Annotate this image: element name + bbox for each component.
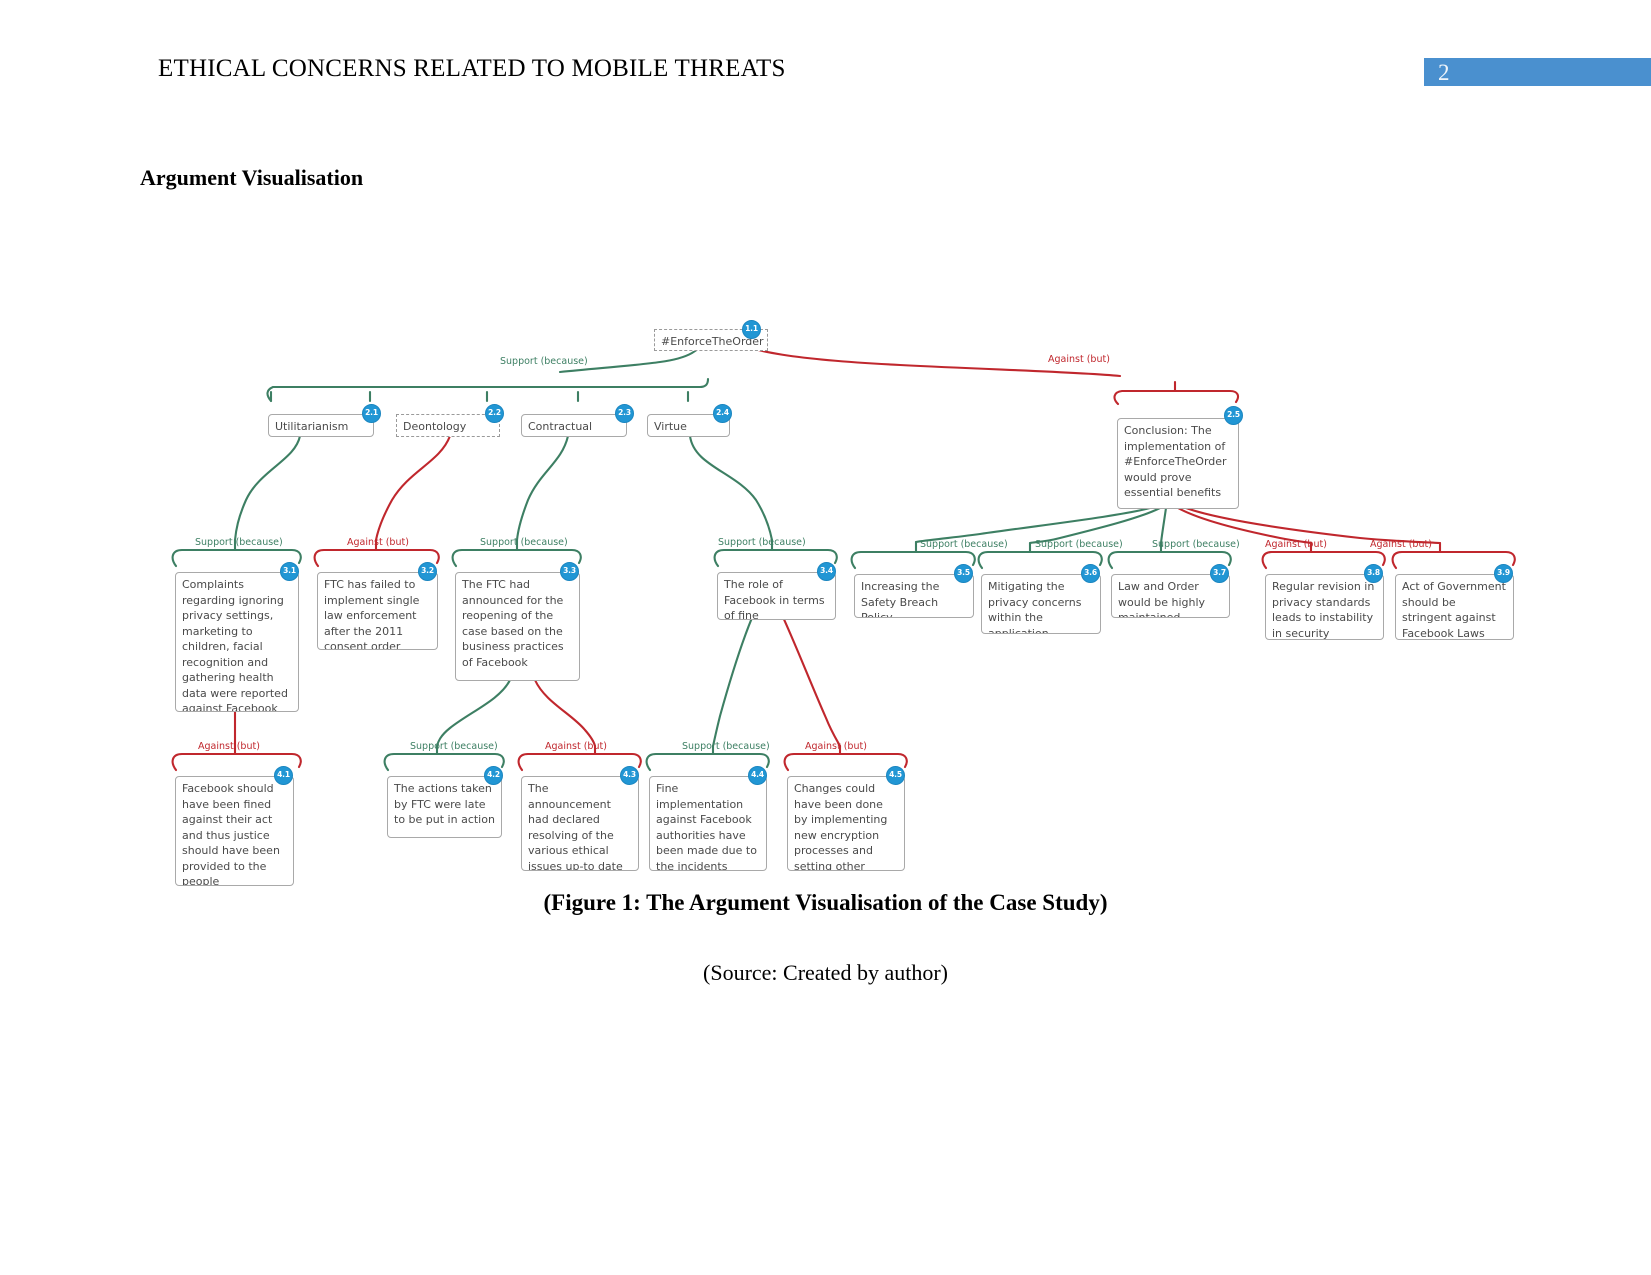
node-4-1-text: Facebook should have been fined against … xyxy=(182,782,280,886)
edge-label-against-1: Against (but) xyxy=(1048,354,1110,365)
figure-source: (Source: Created by author) xyxy=(703,960,948,985)
edge-label-against-3: Against (but) xyxy=(1265,539,1327,550)
argument-visualisation-diagram: Support (because) Against (but) Support … xyxy=(0,0,1651,1275)
edge-label-support-2: Support (because) xyxy=(195,537,283,548)
node-badge-3-8[interactable]: 3.8 xyxy=(1364,564,1383,583)
node-badge-3-6[interactable]: 3.6 xyxy=(1081,564,1100,583)
node-2-1-text: Utilitarianism Theory xyxy=(275,420,349,436)
node-3-5[interactable]: Increasing the Safety Breach Policy xyxy=(854,574,974,618)
node-badge-3-9[interactable]: 3.9 xyxy=(1494,564,1513,583)
node-badge-1-1[interactable]: 1.1 xyxy=(742,320,761,339)
node-4-3-text: The announcement had declared resolving … xyxy=(528,782,623,871)
node-2-2-text: Deontology Theory xyxy=(403,420,467,436)
node-3-3[interactable]: The FTC had announced for the reopening … xyxy=(455,572,580,681)
node-badge-3-1[interactable]: 3.1 xyxy=(280,562,299,581)
node-2-2[interactable]: Deontology Theory xyxy=(396,414,500,437)
edge-label-against-6: Against (but) xyxy=(545,741,607,752)
node-4-4[interactable]: Fine implementation against Facebook aut… xyxy=(649,776,767,871)
node-3-4[interactable]: The role of Facebook in terms of fine im… xyxy=(717,572,836,620)
node-2-1[interactable]: Utilitarianism Theory xyxy=(268,414,374,437)
node-3-7-text: Law and Order would be highly maintained xyxy=(1118,580,1206,618)
node-3-6[interactable]: Mitigating the privacy concerns within t… xyxy=(981,574,1101,634)
edge-label-against-5: Against (but) xyxy=(198,741,260,752)
edge-label-support-1: Support (because) xyxy=(500,356,588,367)
node-3-5-text: Increasing the Safety Breach Policy xyxy=(861,580,940,618)
node-badge-2-2[interactable]: 2.2 xyxy=(485,404,504,423)
document-page: ETHICAL CONCERNS RELATED TO MOBILE THREA… xyxy=(0,0,1651,1275)
node-3-1[interactable]: Complaints regarding ignoring privacy se… xyxy=(175,572,299,712)
node-badge-2-4[interactable]: 2.4 xyxy=(713,404,732,423)
node-badge-3-5[interactable]: 3.5 xyxy=(954,564,973,583)
node-badge-4-5[interactable]: 4.5 xyxy=(886,766,905,785)
node-4-2[interactable]: The actions taken by FTC were late to be… xyxy=(387,776,502,838)
node-2-5-text: Conclusion: The implementation of #Enfor… xyxy=(1124,424,1227,499)
edge-label-against-7: Against (but) xyxy=(805,741,867,752)
figure-caption: (Figure 1: The Argument Visualisation of… xyxy=(543,890,1108,915)
node-3-2[interactable]: FTC has failed to implement single law e… xyxy=(317,572,438,650)
edge-label-support-6: Support (because) xyxy=(1035,539,1123,550)
node-3-7[interactable]: Law and Order would be highly maintained xyxy=(1111,574,1230,618)
node-badge-2-3[interactable]: 2.3 xyxy=(615,404,634,423)
edge-label-support-9: Support (because) xyxy=(682,741,770,752)
node-badge-4-3[interactable]: 4.3 xyxy=(620,766,639,785)
node-2-3[interactable]: Contractual Theory xyxy=(521,414,627,437)
edge-label-support-3: Support (because) xyxy=(480,537,568,548)
node-2-3-text: Contractual Theory xyxy=(528,420,593,436)
edge-label-support-5: Support (because) xyxy=(920,539,1008,550)
node-3-9[interactable]: Act of Government should be stringent ag… xyxy=(1395,574,1514,640)
node-4-1[interactable]: Facebook should have been fined against … xyxy=(175,776,294,886)
node-3-9-text: Act of Government should be stringent ag… xyxy=(1402,580,1506,640)
edge-label-support-8: Support (because) xyxy=(410,741,498,752)
node-3-3-text: The FTC had announced for the reopening … xyxy=(462,578,564,669)
node-2-4-text: Virtue Theory xyxy=(654,420,692,436)
node-3-4-text: The role of Facebook in terms of fine im… xyxy=(724,578,825,620)
node-4-2-text: The actions taken by FTC were late to be… xyxy=(394,782,495,826)
node-badge-2-1[interactable]: 2.1 xyxy=(362,404,381,423)
node-4-5-text: Changes could have been done by implemen… xyxy=(794,782,888,871)
node-badge-3-4[interactable]: 3.4 xyxy=(817,562,836,581)
node-badge-3-3[interactable]: 3.3 xyxy=(560,562,579,581)
edge-label-against-4: Against (but) xyxy=(1370,539,1432,550)
edge-label-against-2: Against (but) xyxy=(347,537,409,548)
node-4-4-text: Fine implementation against Facebook aut… xyxy=(656,782,757,871)
node-badge-4-1[interactable]: 4.1 xyxy=(274,766,293,785)
node-2-5[interactable]: Conclusion: The implementation of #Enfor… xyxy=(1117,418,1239,509)
node-badge-3-7[interactable]: 3.7 xyxy=(1210,564,1229,583)
node-badge-2-5[interactable]: 2.5 xyxy=(1224,406,1243,425)
node-4-5[interactable]: Changes could have been done by implemen… xyxy=(787,776,905,871)
edge-label-support-4: Support (because) xyxy=(718,537,806,548)
edge-label-support-7: Support (because) xyxy=(1152,539,1240,550)
node-badge-3-2[interactable]: 3.2 xyxy=(418,562,437,581)
node-badge-4-4[interactable]: 4.4 xyxy=(748,766,767,785)
node-3-8[interactable]: Regular revision in privacy standards le… xyxy=(1265,574,1384,640)
node-3-8-text: Regular revision in privacy standards le… xyxy=(1272,580,1375,640)
node-3-6-text: Mitigating the privacy concerns within t… xyxy=(988,580,1082,634)
node-badge-4-2[interactable]: 4.2 xyxy=(484,766,503,785)
node-3-2-text: FTC has failed to implement single law e… xyxy=(324,578,420,650)
node-4-3[interactable]: The announcement had declared resolving … xyxy=(521,776,639,871)
node-3-1-text: Complaints regarding ignoring privacy se… xyxy=(182,578,288,712)
